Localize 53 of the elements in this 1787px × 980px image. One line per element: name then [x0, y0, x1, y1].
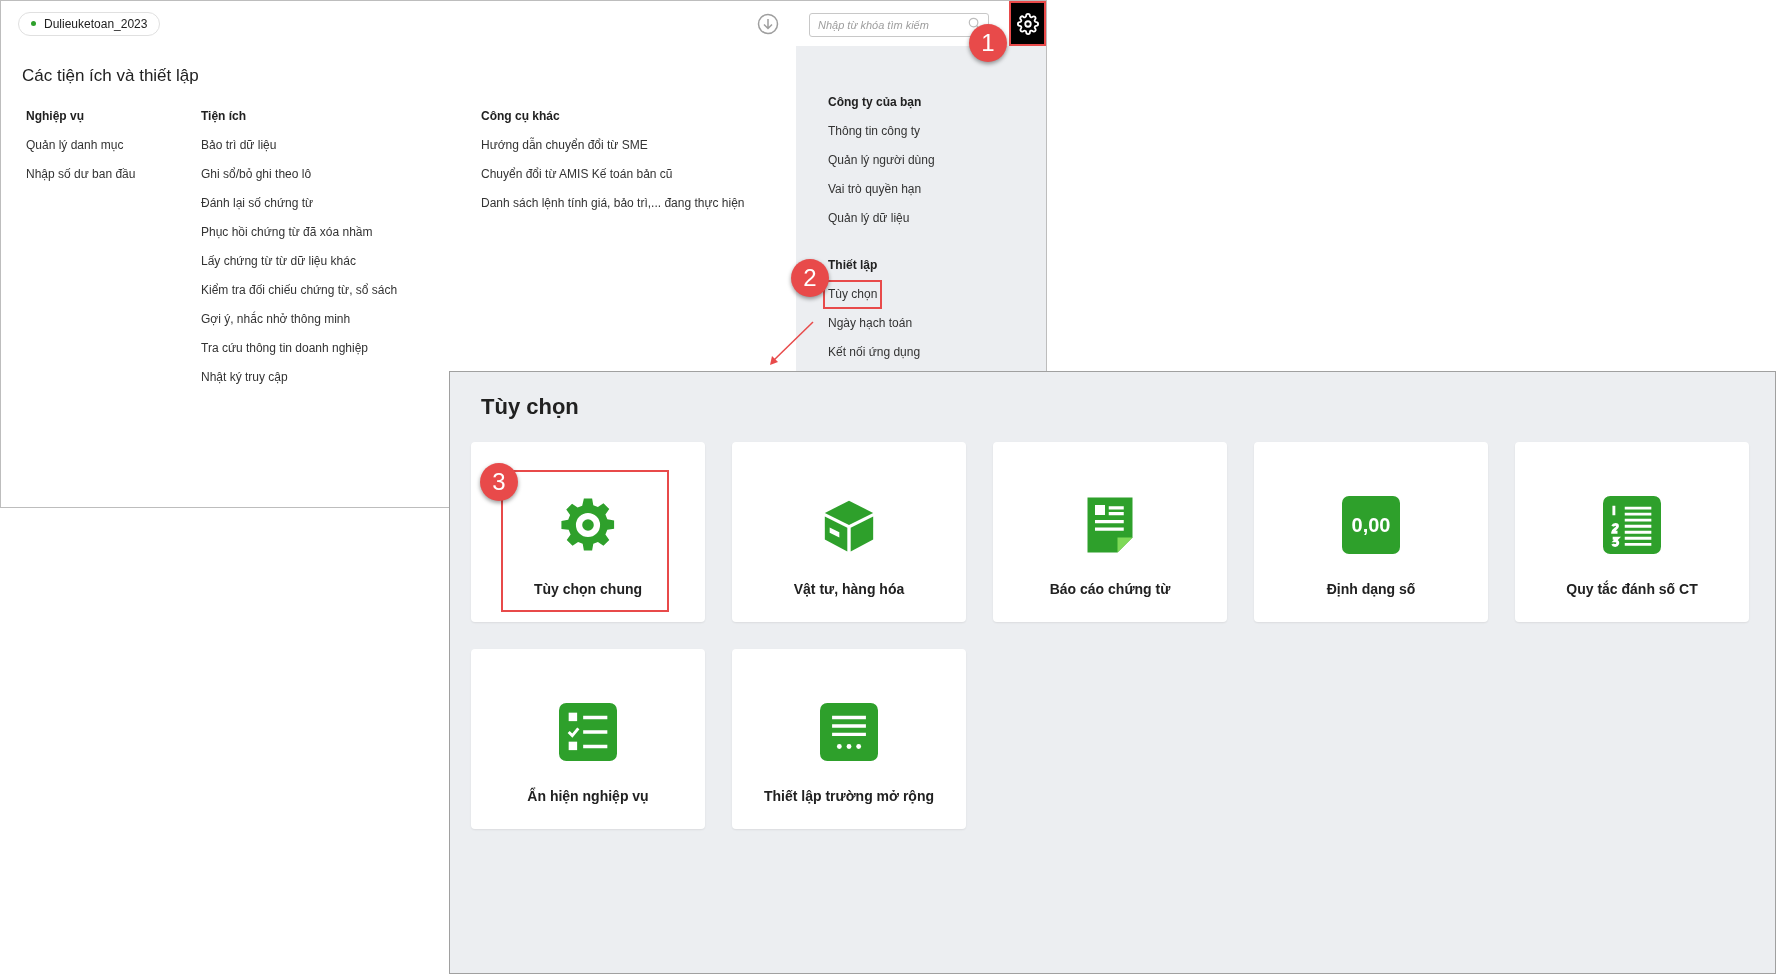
step-number-badge: 2 [791, 259, 829, 297]
workspace-name: Dulieuketoan_2023 [44, 15, 148, 33]
option-card[interactable]: Ẩn hiện nghiệp vụ [471, 649, 705, 829]
utility-link[interactable]: Danh sách lệnh tính giá, bảo trì,... đang thực hiện [481, 195, 745, 224]
menu-item[interactable]: Thông tin công ty [828, 123, 921, 140]
utility-link[interactable]: Nhật ký truy cập [201, 369, 288, 398]
utility-link[interactable]: Chuyển đổi từ AMIS Kế toán bản cũ [481, 166, 673, 195]
card-label: Báo cáo chứng từ [1049, 580, 1171, 598]
utility-link[interactable]: Phục hồi chứng từ đã xóa nhầm [201, 224, 373, 253]
settings-button[interactable] [1009, 1, 1046, 46]
menu-item[interactable]: Kết nối ứng dụng [828, 344, 921, 361]
menu-section-heading: Công ty của bạn [828, 94, 923, 111]
numbered-list-icon [1603, 496, 1661, 554]
card-label: Định dạng số [1326, 580, 1416, 598]
pointer-arrow [769, 321, 815, 366]
lines-icon [820, 703, 878, 761]
option-card[interactable]: Quy tắc đánh số CT [1515, 442, 1749, 622]
utility-link[interactable]: Quản lý danh mục [26, 137, 124, 166]
utility-link[interactable]: Bảo trì dữ liệu [201, 137, 277, 166]
menu-item[interactable]: Ngày hạch toán [828, 315, 913, 332]
option-card[interactable]: Báo cáo chứng từ [993, 442, 1227, 622]
utility-link[interactable]: Nhập số dư ban đầu [26, 166, 136, 195]
column-heading: Công cụ khác [481, 108, 561, 125]
card-label: Vật tư, hàng hóa [793, 580, 905, 598]
utility-link[interactable]: Ghi sổ/bỏ ghi theo lô [201, 166, 312, 195]
column-heading: Nghiệp vụ [26, 108, 85, 125]
card-label: Ẩn hiện nghiệp vụ [527, 787, 649, 805]
utility-link[interactable]: Đánh lại số chứng từ [201, 195, 314, 224]
menu-section-heading: Thiết lập [828, 257, 879, 274]
card-label: Quy tắc đánh số CT [1566, 580, 1698, 598]
option-card[interactable]: Vật tư, hàng hóa [732, 442, 966, 622]
card-label: Thiết lập trường mở rộng [763, 787, 934, 805]
settings-icon [1016, 12, 1039, 35]
card-label: Tùy chọn chung [533, 580, 643, 598]
number-format-icon: 0,00 [1342, 496, 1400, 554]
utility-link[interactable]: Kiểm tra đối chiếu chứng từ, sổ sách [201, 282, 398, 311]
option-card[interactable]: 3 Tùy chọn chung [471, 442, 705, 622]
checklist-icon [559, 703, 617, 761]
utility-link[interactable]: Hướng dẫn chuyển đổi từ SME [481, 137, 648, 166]
utility-link[interactable]: Tra cứu thông tin doanh nghiệp [201, 340, 369, 369]
column-heading: Tiện ích [201, 108, 248, 125]
utility-link[interactable]: Lấy chứng từ từ dữ liệu khác [201, 253, 356, 282]
option-card[interactable]: Thiết lập trường mở rộng [732, 649, 966, 829]
step-number-badge: 3 [480, 463, 518, 501]
menu-item[interactable]: Quản lý người dùng [828, 152, 935, 169]
page-title: Các tiện ích và thiết lập [22, 65, 199, 87]
utility-link[interactable]: Gợi ý, nhắc nhở thông minh [201, 311, 351, 340]
dialog-title: Tùy chọn [480, 394, 579, 420]
download-icon[interactable] [757, 12, 779, 35]
option-card[interactable]: 0,00 Định dạng số [1254, 442, 1488, 622]
menu-item[interactable]: Quản lý dữ liệu [828, 210, 910, 227]
gear-icon [559, 496, 617, 554]
menu-item[interactable]: Vai trò quyền hạn [828, 181, 922, 198]
